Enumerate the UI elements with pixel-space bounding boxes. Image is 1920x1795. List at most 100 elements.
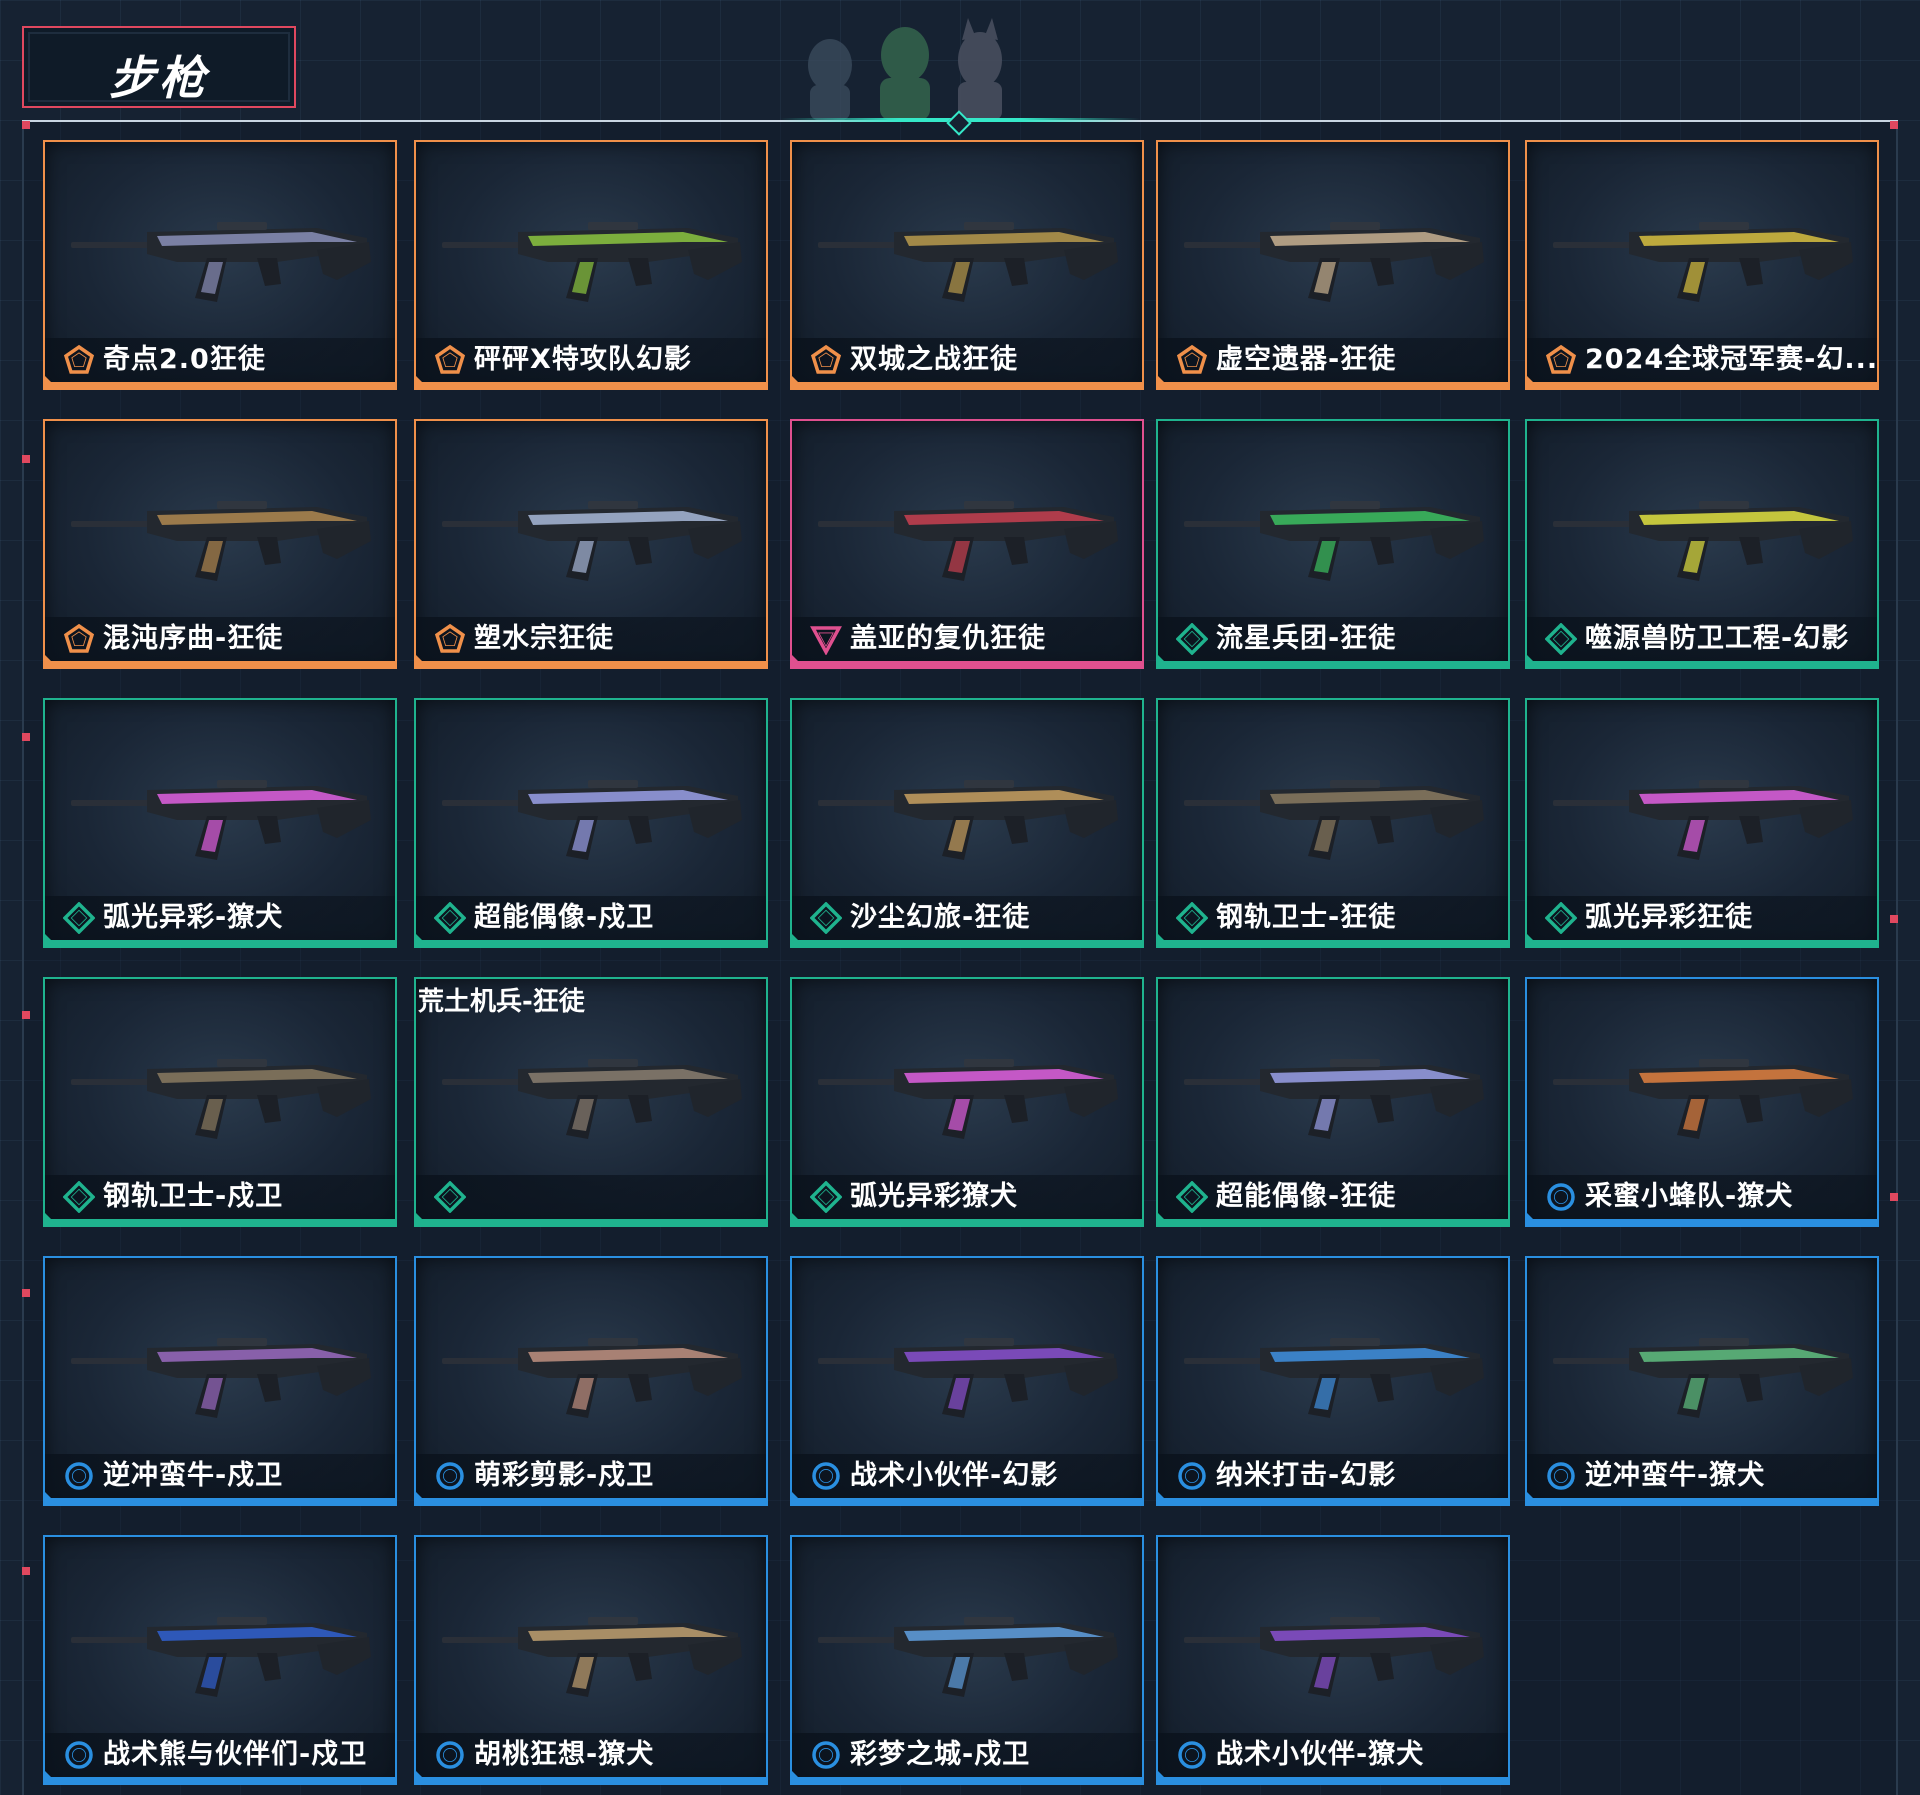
card-corner-accent	[43, 932, 59, 948]
skin-card[interactable]: 采蜜小蜂队-獠犬	[1525, 977, 1879, 1227]
skin-card[interactable]: 超能偶像-戍卫	[414, 698, 768, 948]
skin-card[interactable]: 虚空遗器-狂徒	[1156, 140, 1510, 390]
card-corner-accent	[790, 374, 806, 390]
card-corner-accent	[790, 1769, 806, 1785]
skin-card[interactable]: 奇点2.0狂徒	[43, 140, 397, 390]
skin-card[interactable]: 弧光异彩獠犬	[790, 977, 1144, 1227]
skin-card[interactable]: 噬源兽防卫工程-幻影	[1525, 419, 1879, 669]
card-corner-accent	[1156, 653, 1172, 669]
skin-name: 逆冲蛮牛-獠犬	[1585, 1460, 1766, 1491]
skin-name: 超能偶像-狂徒	[1216, 1181, 1397, 1212]
rifle-skin-image	[818, 222, 1118, 302]
select-tier-icon	[812, 1741, 840, 1769]
rarity-bar	[1158, 382, 1508, 388]
skin-card[interactable]: 逆冲蛮牛-獠犬	[1525, 1256, 1879, 1506]
skin-name: 弧光异彩狂徒	[1585, 902, 1753, 933]
card-corner-accent	[414, 1769, 430, 1785]
skin-card[interactable]: 战术小伙伴-幻影	[790, 1256, 1144, 1506]
skin-card[interactable]: 战术小伙伴-獠犬	[1156, 1535, 1510, 1785]
card-corner-accent	[414, 1211, 430, 1227]
skin-name: 逆冲蛮牛-戍卫	[103, 1460, 284, 1491]
deluxe-tier-icon	[434, 1181, 466, 1213]
frame-marker	[22, 121, 30, 129]
skin-card[interactable]: 2024全球冠军赛-幻...	[1525, 140, 1879, 390]
card-corner-accent	[1156, 1769, 1172, 1785]
rifle-skin-image	[71, 1059, 371, 1139]
rifle-skin-image	[71, 780, 371, 860]
card-corner-accent	[790, 1490, 806, 1506]
card-corner-accent	[1525, 653, 1541, 669]
skin-card[interactable]: 钢轨卫士-戍卫	[43, 977, 397, 1227]
rarity-bar	[792, 1498, 1142, 1504]
rarity-bar	[1527, 661, 1877, 667]
card-corner-accent	[43, 1211, 59, 1227]
skin-card[interactable]: 沙尘幻旅-狂徒	[790, 698, 1144, 948]
skin-card[interactable]: 逆冲蛮牛-戍卫	[43, 1256, 397, 1506]
card-corner-accent	[1525, 1490, 1541, 1506]
skin-card[interactable]: 钢轨卫士-狂徒	[1156, 698, 1510, 948]
skin-card[interactable]: 弧光异彩狂徒	[1525, 698, 1879, 948]
rifle-skin-image	[442, 501, 742, 581]
skin-name: 战术小伙伴-幻影	[850, 1460, 1059, 1491]
rarity-bar	[792, 1777, 1142, 1783]
skin-card[interactable]: 盖亚的复仇狂徒	[790, 419, 1144, 669]
rifle-skin-image	[1184, 501, 1484, 581]
rifle-skin-image	[818, 1617, 1118, 1697]
skin-card[interactable]: 荒土机兵-狂徒	[414, 977, 768, 1227]
frame-marker	[1890, 121, 1898, 129]
select-tier-icon	[65, 1741, 93, 1769]
skin-name: 战术熊与伙伴们-戍卫	[103, 1739, 368, 1770]
skin-card[interactable]: 流星兵团-狂徒	[1156, 419, 1510, 669]
skin-card[interactable]: 混沌序曲-狂徒	[43, 419, 397, 669]
card-corner-accent	[1156, 932, 1172, 948]
rifle-skin-image	[818, 1059, 1118, 1139]
rifle-skin-image	[818, 1338, 1118, 1418]
select-tier-icon	[1178, 1741, 1206, 1769]
rarity-bar	[792, 661, 1142, 667]
skin-name: 虚空遗器-狂徒	[1216, 344, 1397, 375]
rifle-skin-image	[1184, 222, 1484, 302]
skin-name: 超能偶像-戍卫	[474, 902, 655, 933]
rarity-bar	[1158, 940, 1508, 946]
rarity-bar	[416, 940, 766, 946]
card-label-backdrop	[416, 1175, 766, 1219]
skin-card[interactable]: 彩梦之城-戍卫	[790, 1535, 1144, 1785]
rarity-bar	[45, 661, 395, 667]
skin-card[interactable]: 弧光异彩-獠犬	[43, 698, 397, 948]
rarity-bar	[1158, 1777, 1508, 1783]
skin-name: 奇点2.0狂徒	[103, 344, 266, 375]
skin-card[interactable]: 双城之战狂徒	[790, 140, 1144, 390]
rifle-skin-image	[442, 1338, 742, 1418]
rifle-skin-image	[818, 780, 1118, 860]
skin-card[interactable]: 胡桃狂想-獠犬	[414, 1535, 768, 1785]
skin-card[interactable]: 纳米打击-幻影	[1156, 1256, 1510, 1506]
rifle-skin-image	[1184, 780, 1484, 860]
select-tier-icon	[1547, 1183, 1575, 1211]
deluxe-tier-icon	[434, 902, 466, 934]
deluxe-tier-icon	[1545, 902, 1577, 934]
deluxe-tier-icon	[1176, 623, 1208, 655]
skin-card[interactable]: 塑水宗狂徒	[414, 419, 768, 669]
skin-card[interactable]: 砰砰X特攻队幻影	[414, 140, 768, 390]
skin-name: 沙尘幻旅-狂徒	[850, 902, 1031, 933]
skin-name: 塑水宗狂徒	[474, 623, 614, 654]
rifle-skin-image	[1553, 501, 1853, 581]
deluxe-tier-icon	[810, 902, 842, 934]
rifle-skin-image	[1553, 780, 1853, 860]
deluxe-tier-icon	[810, 1181, 842, 1213]
rarity-bar	[1158, 661, 1508, 667]
skin-card[interactable]: 超能偶像-狂徒	[1156, 977, 1510, 1227]
deluxe-tier-icon	[63, 1181, 95, 1213]
deluxe-tier-icon	[1176, 1181, 1208, 1213]
rifle-skin-image	[1184, 1617, 1484, 1697]
rarity-bar	[792, 382, 1142, 388]
rifle-skin-image	[1184, 1059, 1484, 1139]
deluxe-tier-icon	[1545, 623, 1577, 655]
frame-marker	[22, 733, 30, 741]
skin-card[interactable]: 战术熊与伙伴们-戍卫	[43, 1535, 397, 1785]
skin-name: 弧光异彩獠犬	[850, 1181, 1018, 1212]
exclusive-tier-icon	[63, 344, 95, 374]
skin-name: 弧光异彩-獠犬	[103, 902, 284, 933]
skin-card[interactable]: 萌彩剪影-戍卫	[414, 1256, 768, 1506]
skin-name: 采蜜小蜂队-獠犬	[1585, 1181, 1794, 1212]
